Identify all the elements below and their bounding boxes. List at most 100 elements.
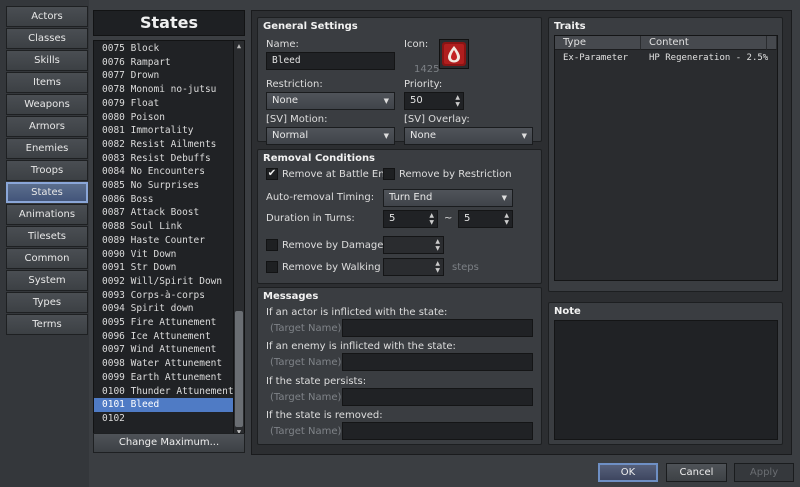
duration-max-stepper[interactable]: 5 ▲ ▼ <box>458 210 513 228</box>
state-list-item[interactable]: 0088 Soul Link <box>94 220 233 234</box>
state-list-item[interactable]: 0087 Attack Boost <box>94 206 233 220</box>
state-list-item[interactable]: 0095 Fire Attunement <box>94 316 233 330</box>
tab-weapons[interactable]: Weapons <box>6 94 88 115</box>
state-list-item[interactable]: 0102 <box>94 412 233 426</box>
state-list-scrollbar[interactable]: ▲ ▼ <box>233 41 244 437</box>
tab-states[interactable]: States <box>6 182 88 203</box>
decrement-icon[interactable]: ▼ <box>435 267 440 274</box>
state-list-item[interactable]: 0093 Corps-à-corps <box>94 289 233 303</box>
state-list-item[interactable]: 0101 Bleed <box>94 398 233 412</box>
state-list-item[interactable]: 0084 No Encounters <box>94 165 233 179</box>
state-list-item[interactable]: 0078 Monomi no-jutsu <box>94 83 233 97</box>
duration-min-stepper[interactable]: 5 ▲ ▼ <box>383 210 438 228</box>
remove-by-walking-label[interactable]: Remove by Walking <box>282 262 381 273</box>
remove-by-walking-checkbox[interactable] <box>266 261 278 273</box>
walking-steps-stepper[interactable]: ▲ ▼ <box>383 258 444 276</box>
state-list-item[interactable]: 0085 No Surprises <box>94 179 233 193</box>
state-list-item[interactable]: 0099 Earth Attunement <box>94 371 233 385</box>
state-list[interactable]: 0075 Block 0076 Rampart 0077 Drown 0078 Mon… <box>93 40 245 438</box>
state-list-item[interactable]: 0083 Resist Debuffs <box>94 152 233 166</box>
traits-column-content[interactable]: Content <box>641 36 767 50</box>
traits-column-type[interactable]: Type <box>555 36 641 50</box>
state-list-item[interactable]: 0091 Str Down <box>94 261 233 275</box>
remove-by-restriction-label[interactable]: Remove by Restriction <box>399 169 512 180</box>
icon-index: 1425 <box>414 64 440 75</box>
decrement-icon[interactable]: ▼ <box>435 245 440 252</box>
enemy-message-field[interactable] <box>342 353 533 371</box>
table-row[interactable]: Ex-Parameter HP Regeneration - 2.5% <box>555 51 777 65</box>
change-maximum-button[interactable]: Change Maximum... <box>93 433 245 453</box>
tab-common-events[interactable]: Common Events <box>6 248 88 283</box>
states-panel-title: States <box>93 10 245 36</box>
tab-classes[interactable]: Classes <box>6 28 88 49</box>
remove-by-restriction-checkbox[interactable] <box>383 168 395 180</box>
auto-removal-timing-dropdown[interactable]: Turn End ▼ <box>383 189 513 207</box>
actor-inflicted-label: If an actor is inflicted with the state: <box>266 307 448 318</box>
state-list-item[interactable]: 0097 Wind Attunement <box>94 343 233 357</box>
remove-at-battle-end-label[interactable]: Remove at Battle End <box>282 169 391 180</box>
steps-label: steps <box>452 262 479 273</box>
removed-message-field[interactable] <box>342 422 533 440</box>
state-list-item[interactable]: 0092 Will/Spirit Down <box>94 275 233 289</box>
increment-icon[interactable]: ▲ <box>429 212 434 219</box>
tab-actors[interactable]: Actors <box>6 6 88 27</box>
cancel-button[interactable]: Cancel <box>666 463 727 482</box>
increment-icon[interactable]: ▲ <box>435 238 440 245</box>
state-list-item[interactable]: 0086 Boss <box>94 193 233 207</box>
overlay-label: [SV] Overlay: <box>404 114 470 125</box>
tab-armors[interactable]: Armors <box>6 116 88 137</box>
name-label: Name: <box>266 39 299 50</box>
state-list-item[interactable]: 0090 Vit Down <box>94 248 233 262</box>
overlay-dropdown[interactable]: None ▼ <box>404 127 533 145</box>
tab-troops[interactable]: Troops <box>6 160 88 181</box>
motion-dropdown[interactable]: Normal ▼ <box>266 127 395 145</box>
state-list-item[interactable]: 0075 Block <box>94 42 233 56</box>
duration-label: Duration in Turns: <box>266 213 355 224</box>
increment-icon[interactable]: ▲ <box>455 94 460 101</box>
scrollbar-thumb[interactable] <box>235 311 243 427</box>
state-list-item[interactable]: 0081 Immortality <box>94 124 233 138</box>
increment-icon[interactable]: ▲ <box>435 260 440 267</box>
state-list-item[interactable]: 0089 Haste Counter <box>94 234 233 248</box>
scroll-up-icon[interactable]: ▲ <box>234 41 244 51</box>
remove-by-damage-label[interactable]: Remove by Damage <box>282 240 383 251</box>
tab-types[interactable]: Types <box>6 292 88 313</box>
name-field[interactable]: Bleed <box>266 52 395 70</box>
traits-table[interactable]: Type Content Ex-Parameter HP Regeneratio… <box>554 35 778 281</box>
decrement-icon[interactable]: ▼ <box>455 101 460 108</box>
tab-tilesets[interactable]: Tilesets <box>6 226 88 247</box>
remove-by-damage-checkbox[interactable] <box>266 239 278 251</box>
state-list-item[interactable]: 0076 Rampart <box>94 56 233 70</box>
damage-stepper[interactable]: ▲ ▼ <box>383 236 444 254</box>
tab-items[interactable]: Items <box>6 72 88 93</box>
icon-picker[interactable] <box>439 39 469 69</box>
state-list-item[interactable]: 0096 Ice Attunement <box>94 330 233 344</box>
decrement-icon[interactable]: ▼ <box>504 219 509 226</box>
state-list-item[interactable]: 0079 Float <box>94 97 233 111</box>
restriction-dropdown[interactable]: None ▼ <box>266 92 395 110</box>
remove-at-battle-end-checkbox[interactable]: ✔ <box>266 168 278 180</box>
actor-message-field[interactable] <box>342 319 533 337</box>
tab-system[interactable]: System <box>6 270 88 291</box>
tab-terms[interactable]: Terms <box>6 314 88 335</box>
tab-animations[interactable]: Animations <box>6 204 88 225</box>
ok-button[interactable]: OK <box>598 463 658 482</box>
increment-icon[interactable]: ▲ <box>504 212 509 219</box>
note-textarea[interactable] <box>554 320 778 440</box>
target-name-placeholder: (Target Name) <box>270 426 342 437</box>
persists-message-field[interactable] <box>342 388 533 406</box>
state-list-item[interactable]: 0077 Drown <box>94 69 233 83</box>
state-list-item[interactable]: 0080 Poison <box>94 111 233 125</box>
duration-min-value: 5 <box>389 213 396 224</box>
state-list-item[interactable]: 0094 Spirit down <box>94 302 233 316</box>
state-list-item[interactable]: 0098 Water Attunement <box>94 357 233 371</box>
decrement-icon[interactable]: ▼ <box>429 219 434 226</box>
enemy-inflicted-label: If an enemy is inflicted with the state: <box>266 341 456 352</box>
tab-skills[interactable]: Skills <box>6 50 88 71</box>
priority-stepper[interactable]: 50 ▲ ▼ <box>404 92 464 110</box>
apply-button[interactable]: Apply <box>734 463 794 482</box>
state-list-item[interactable]: 0100 Thunder Attunement <box>94 385 234 399</box>
restriction-label: Restriction: <box>266 79 323 90</box>
tab-enemies[interactable]: Enemies <box>6 138 88 159</box>
state-list-item[interactable]: 0082 Resist Ailments <box>94 138 233 152</box>
